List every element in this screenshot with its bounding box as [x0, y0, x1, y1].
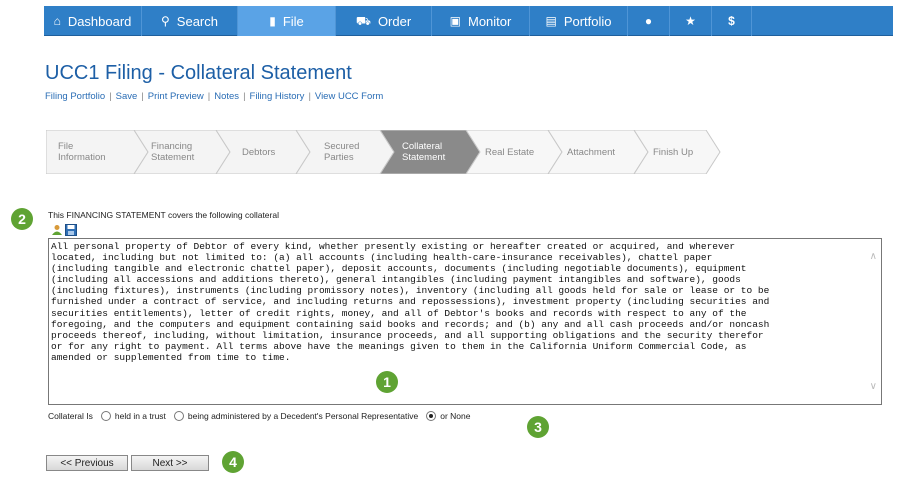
nav-portfolio-label: Portfolio [563, 13, 612, 29]
previous-button[interactable]: << Previous [46, 455, 128, 471]
nav-order-label: Order [377, 13, 412, 29]
wizard-steps: File Information Financing Statement Debto… [46, 130, 726, 174]
nav-favorites[interactable]: ★ [670, 6, 712, 36]
link-separator: | [109, 91, 112, 102]
wizard-step-attachment[interactable]: Attachment [567, 130, 615, 174]
collateral-section-title: This FINANCING STATEMENT covers the foll… [48, 210, 279, 220]
link-print-preview[interactable]: Print Preview [148, 91, 204, 102]
scroll-down-icon[interactable]: ∨ [870, 381, 877, 392]
page-links: Filing Portfolio | Save | Print Preview … [45, 91, 383, 102]
wizard-step-file-information[interactable]: File Information [58, 130, 106, 174]
page-title: UCC1 Filing - Collateral Statement [45, 62, 352, 84]
link-view-ucc-form[interactable]: View UCC Form [315, 91, 383, 102]
nav-monitor[interactable]: ▣ Monitor [432, 6, 530, 36]
wizard-step-line1: File [58, 141, 74, 152]
wizard-step-line1: Collateral [402, 141, 443, 152]
nav-dashboard[interactable]: ⌂ Dashboard [44, 6, 142, 36]
wizard-step-collateral-statement[interactable]: Collateral Statement [402, 130, 445, 174]
radio-label-held-in-trust: held in a trust [114, 411, 166, 421]
link-separator: | [141, 91, 144, 102]
wizard-step-line1: Debtors [242, 146, 276, 158]
radio-label-none: or None [440, 411, 471, 421]
next-button[interactable]: Next >> [131, 455, 209, 471]
portfolio-icon: ▤ [545, 14, 557, 28]
nav-order[interactable]: ⛟ Order [336, 6, 432, 36]
wizard-step-line1: Finish Up [653, 146, 694, 158]
nav-search-label: Search [176, 13, 218, 29]
radio-held-in-trust[interactable] [100, 411, 111, 421]
wizard-step-financing-statement[interactable]: Financing Statement [151, 130, 194, 174]
wizard-step-line2: Statement [402, 152, 446, 163]
wizard-step-real-estate[interactable]: Real Estate [485, 130, 534, 174]
link-separator: | [207, 91, 211, 102]
user-lookup-icon[interactable] [51, 224, 63, 236]
wizard-step-line2: Parties [324, 152, 354, 163]
step-badge-2: 2 [11, 208, 33, 230]
file-icon: ▮ [269, 14, 276, 28]
wizard-step-line1: Financing [151, 141, 193, 152]
nav-dashboard-label: Dashboard [67, 13, 132, 29]
monitor-icon: ▣ [449, 14, 461, 28]
link-save[interactable]: Save [116, 91, 138, 102]
link-separator: | [243, 91, 246, 102]
cart-icon: ⛟ [355, 14, 371, 28]
nav-monitor-label: Monitor [467, 13, 512, 29]
collateral-textarea[interactable]: All personal property of Debtor of every… [48, 238, 882, 405]
nav-user[interactable]: ● [628, 6, 670, 36]
wizard-step-line2: Information [58, 152, 106, 163]
step-badge-3: 3 [527, 416, 549, 438]
wizard-step-line1: Real Estate [485, 146, 535, 158]
star-icon: ★ [685, 14, 696, 28]
radio-label-decedent-representative: being administered by a Decedent's Perso… [187, 411, 419, 421]
search-icon: ⚲ [161, 14, 170, 28]
wizard-step-debtors[interactable]: Debtors [242, 130, 275, 174]
user-icon: ● [644, 14, 653, 28]
save-disk-icon[interactable] [65, 224, 77, 236]
nav-file-label: File [282, 13, 304, 29]
step-badge-1: 1 [376, 371, 398, 393]
top-navigation-bar: ⌂ Dashboard ⚲ Search ▮ File ⛟ Order ▣ Mo… [44, 6, 893, 36]
wizard-step-line2: Statement [151, 152, 195, 163]
collateral-is-label: Collateral Is [48, 411, 93, 421]
radio-decedent-representative[interactable] [173, 411, 184, 421]
nav-search[interactable]: ⚲ Search [142, 6, 238, 36]
wizard-step-line1: Secured [324, 141, 360, 152]
wizard-chevrons [46, 130, 721, 174]
wizard-step-finish-up[interactable]: Finish Up [653, 130, 693, 174]
collateral-text: All personal property of Debtor of every… [51, 241, 770, 363]
wizard-step-secured-parties[interactable]: Secured Parties [324, 130, 359, 174]
dollar-icon: $ [728, 14, 735, 28]
step-badge-4: 4 [222, 451, 244, 473]
scroll-up-icon[interactable]: ∧ [870, 251, 877, 262]
nav-portfolio[interactable]: ▤ Portfolio [530, 6, 628, 36]
home-icon: ⌂ [53, 14, 61, 28]
radio-none[interactable] [426, 411, 437, 421]
link-notes[interactable]: Notes [214, 91, 239, 102]
collateral-is-options: Collateral Is held in a trust being admi… [48, 411, 471, 421]
nav-file[interactable]: ▮ File [238, 6, 336, 36]
link-filing-portfolio[interactable]: Filing Portfolio [45, 91, 105, 102]
collateral-tools [51, 224, 77, 236]
link-separator: | [308, 91, 311, 102]
link-filing-history[interactable]: Filing History [250, 91, 305, 102]
wizard-step-line1: Attachment [567, 146, 616, 158]
nav-billing[interactable]: $ [712, 6, 752, 36]
